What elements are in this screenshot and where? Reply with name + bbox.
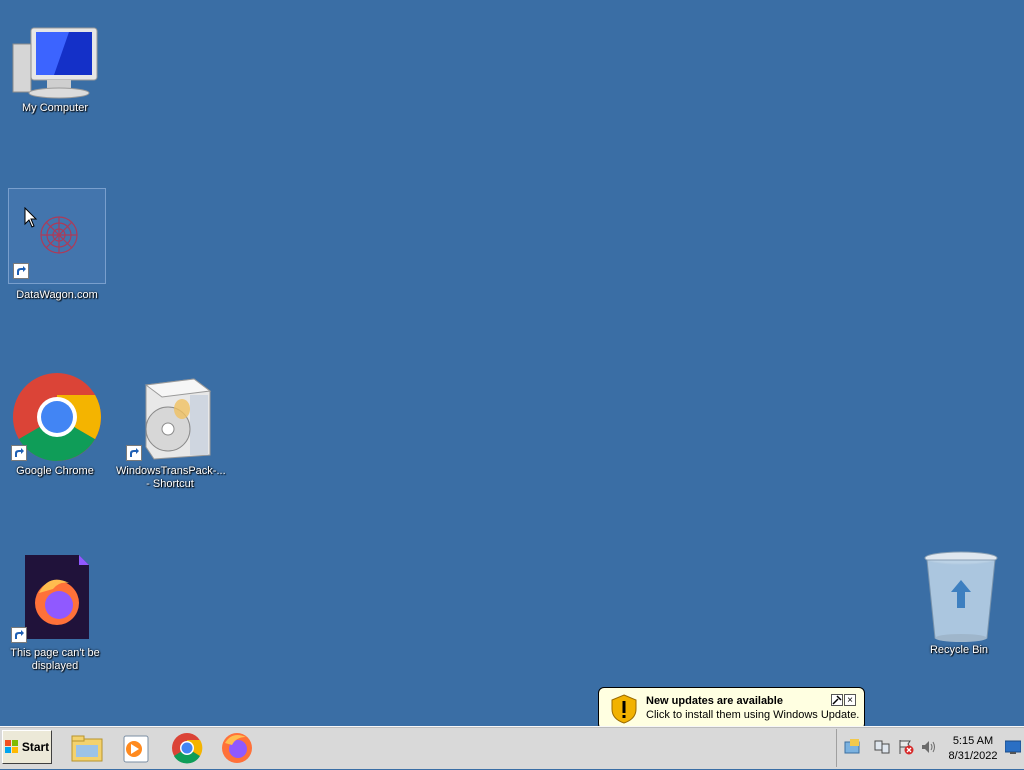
desktop-icon-my-computer[interactable]: My Computer [7, 22, 103, 115]
desktop-icon-label: WindowsTransPack-... - Shortcut [116, 465, 226, 490]
desktop-icon-recycle-bin[interactable]: Recycle Bin [911, 550, 1007, 657]
warning-shield-icon [611, 694, 637, 724]
desktop-icon-google-chrome[interactable]: Google Chrome [7, 371, 103, 478]
balloon-text: Click to install them using Windows Upda… [646, 709, 860, 721]
shortcut-arrow-icon [11, 627, 27, 643]
firefox-icon [222, 733, 252, 763]
taskbar-clock[interactable]: 5:15 AM 8/31/2022 [943, 734, 1003, 764]
taskbar-firefox[interactable] [220, 731, 254, 765]
system-tray: 5:15 AM 8/31/2022 [836, 729, 1024, 767]
clock-time: 5:15 AM [952, 735, 994, 747]
windows-update-icon[interactable] [844, 739, 860, 755]
desktop-icon-label: DataWagon.com [16, 289, 98, 301]
desktop-icon-label: This page can't be displayed [10, 647, 100, 672]
balloon-options-button[interactable] [831, 694, 843, 706]
desktop-icon-datawagon[interactable]: DataWagon.com [8, 188, 106, 301]
shortcut-arrow-icon [13, 263, 29, 279]
show-desktop-icon[interactable] [1005, 740, 1021, 756]
clock-date: 8/31/2022 [948, 750, 998, 762]
file-explorer-icon [71, 735, 103, 762]
mouse-cursor-icon [24, 207, 38, 228]
recycle-bin-icon [924, 551, 998, 642]
taskbar-chrome[interactable] [170, 731, 204, 765]
start-button[interactable]: Start [2, 730, 52, 764]
wrench-icon [832, 695, 842, 705]
shortcut-arrow-icon [11, 445, 27, 461]
update-notification-balloon[interactable]: New updates are available Click to insta… [598, 687, 865, 741]
taskbar-file-explorer[interactable] [70, 731, 104, 765]
desktop-icon-label: My Computer [21, 102, 89, 114]
computer-icon [12, 27, 98, 99]
shortcut-arrow-icon [126, 445, 142, 461]
network-icon[interactable] [874, 739, 890, 755]
desktop[interactable]: My Computer DataWagon.com Google Chrome … [0, 0, 1024, 726]
action-center-flag-icon[interactable] [898, 739, 914, 755]
media-player-icon [123, 735, 149, 763]
windows-logo-icon [4, 740, 18, 753]
balloon-close-button[interactable]: × [844, 694, 856, 706]
desktop-icon-label: Google Chrome [16, 465, 94, 477]
volume-icon[interactable] [921, 739, 937, 755]
start-label: Start [21, 740, 50, 754]
taskbar: Start 5:15 AM 8/31/2022 [0, 726, 1024, 769]
balloon-title: New updates are available [646, 695, 783, 707]
chrome-icon [172, 733, 203, 764]
desktop-icon-firefox-page[interactable]: This page can't be displayed [7, 553, 103, 673]
desktop-icon-windowstranspack[interactable]: WindowsTransPack-... - Shortcut [116, 371, 226, 491]
desktop-icon-label: Recycle Bin [929, 644, 989, 656]
taskbar-media-player[interactable] [120, 731, 154, 765]
